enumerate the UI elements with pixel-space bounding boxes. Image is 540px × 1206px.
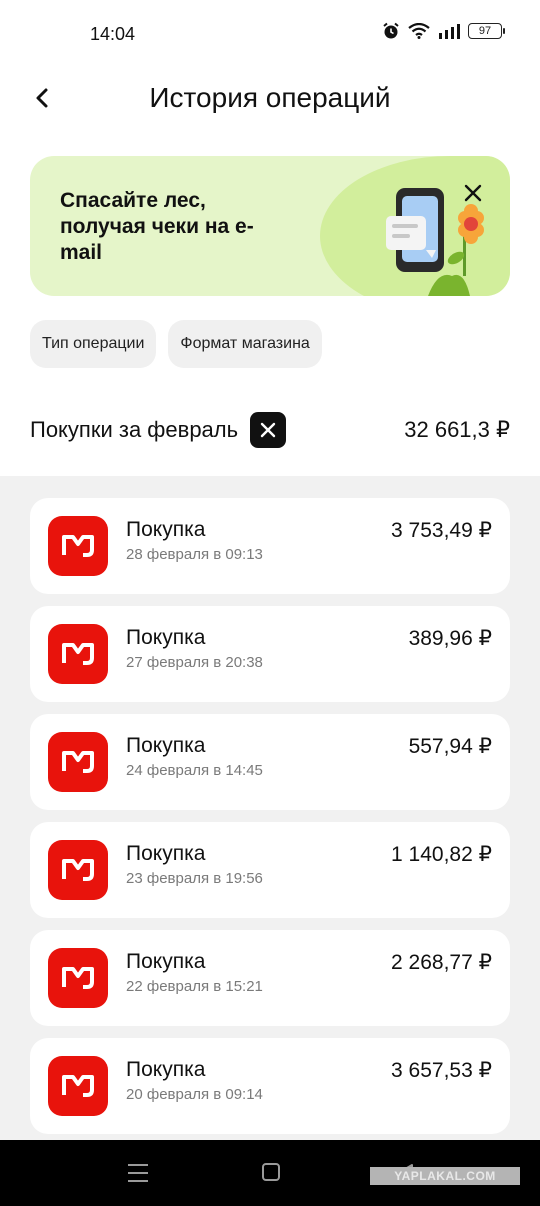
filter-operation-type[interactable]: Тип операции [30,320,157,368]
operation-amount: 3 753,49 ₽ [391,519,492,542]
close-icon [464,184,482,202]
list-item[interactable]: Покупка 24 февраля в 14:45 557,94 ₽ [30,714,510,810]
operation-amount: 3 657,53 ₽ [391,1059,492,1082]
period-total: 32 661,3 ₽ [404,417,510,442]
filter-store-format[interactable]: Формат магазина [168,320,322,368]
operation-amount: 389,96 ₽ [408,627,492,650]
watermark: YAPLAKAL.COM [370,1167,520,1185]
battery-level: 97 [478,25,492,37]
alarm-icon [383,22,399,39]
recent-apps-button[interactable] [128,1164,148,1182]
status-icons: 97 [382,22,505,40]
operation-amount: 1 140,82 ₽ [391,843,492,866]
magnit-logo [48,840,108,900]
magnit-m-icon [62,1075,94,1097]
operation-date: 27 февраля в 20:38 [126,654,263,671]
magnit-m-icon [62,643,94,665]
signal-icon [439,24,460,39]
operation-date: 23 февраля в 19:56 [126,870,263,887]
email-receipts-banner[interactable]: Спасайте лес, получая чеки на e-mail [30,156,510,296]
list-item[interactable]: Покупка 20 февраля в 09:14 3 657,53 ₽ [30,1038,510,1134]
magnit-m-icon [62,859,94,881]
operation-title: Покупка [126,842,206,865]
operation-title: Покупка [126,626,206,649]
magnit-m-icon [62,751,94,773]
home-button[interactable] [262,1163,280,1181]
banner-text: Спасайте лес, получая чеки на e-mail [60,189,254,264]
banner-close-button[interactable] [458,178,488,208]
list-item[interactable]: Покупка 22 февраля в 15:21 2 268,77 ₽ [30,930,510,1026]
battery-icon: 97 [468,23,505,39]
period-summary: Покупки за февраль 32 661,3 ₽ [30,408,510,452]
close-icon [260,422,276,438]
page-title: История операций [149,82,391,113]
operation-date: 28 февраля в 09:13 [126,546,263,563]
clear-period-filter-button[interactable] [250,412,287,448]
magnit-logo [48,624,108,684]
operation-amount: 2 268,77 ₽ [391,951,492,974]
operation-title: Покупка [126,1058,206,1081]
period-title: Покупки за февраль [30,417,239,442]
list-item[interactable]: Покупка 27 февраля в 20:38 389,96 ₽ [30,606,510,702]
magnit-logo [48,1056,108,1116]
wifi-icon [408,23,430,39]
operations-list: Покупка 28 февраля в 09:13 3 753,49 ₽ По… [0,476,540,1140]
magnit-m-icon [62,535,94,557]
magnit-m-icon [62,967,94,989]
status-bar: 14:04 97 [0,0,540,68]
filter-chips: Тип операции Формат магазина [30,320,322,368]
header: История операций [0,68,540,132]
list-item[interactable]: Покупка 28 февраля в 09:13 3 753,49 ₽ [30,498,510,594]
operation-amount: 557,94 ₽ [408,735,492,758]
list-item[interactable]: Покупка 23 февраля в 19:56 1 140,82 ₽ [30,822,510,918]
magnit-logo [48,516,108,576]
magnit-logo [48,732,108,792]
magnit-logo [48,948,108,1008]
operation-title: Покупка [126,734,206,757]
operation-date: 24 февраля в 14:45 [126,762,263,779]
operation-date: 20 февраля в 09:14 [126,1086,263,1103]
operation-date: 22 февраля в 15:21 [126,978,263,995]
operation-title: Покупка [126,518,206,541]
status-time: 14:04 [90,24,136,44]
operation-title: Покупка [126,950,206,973]
